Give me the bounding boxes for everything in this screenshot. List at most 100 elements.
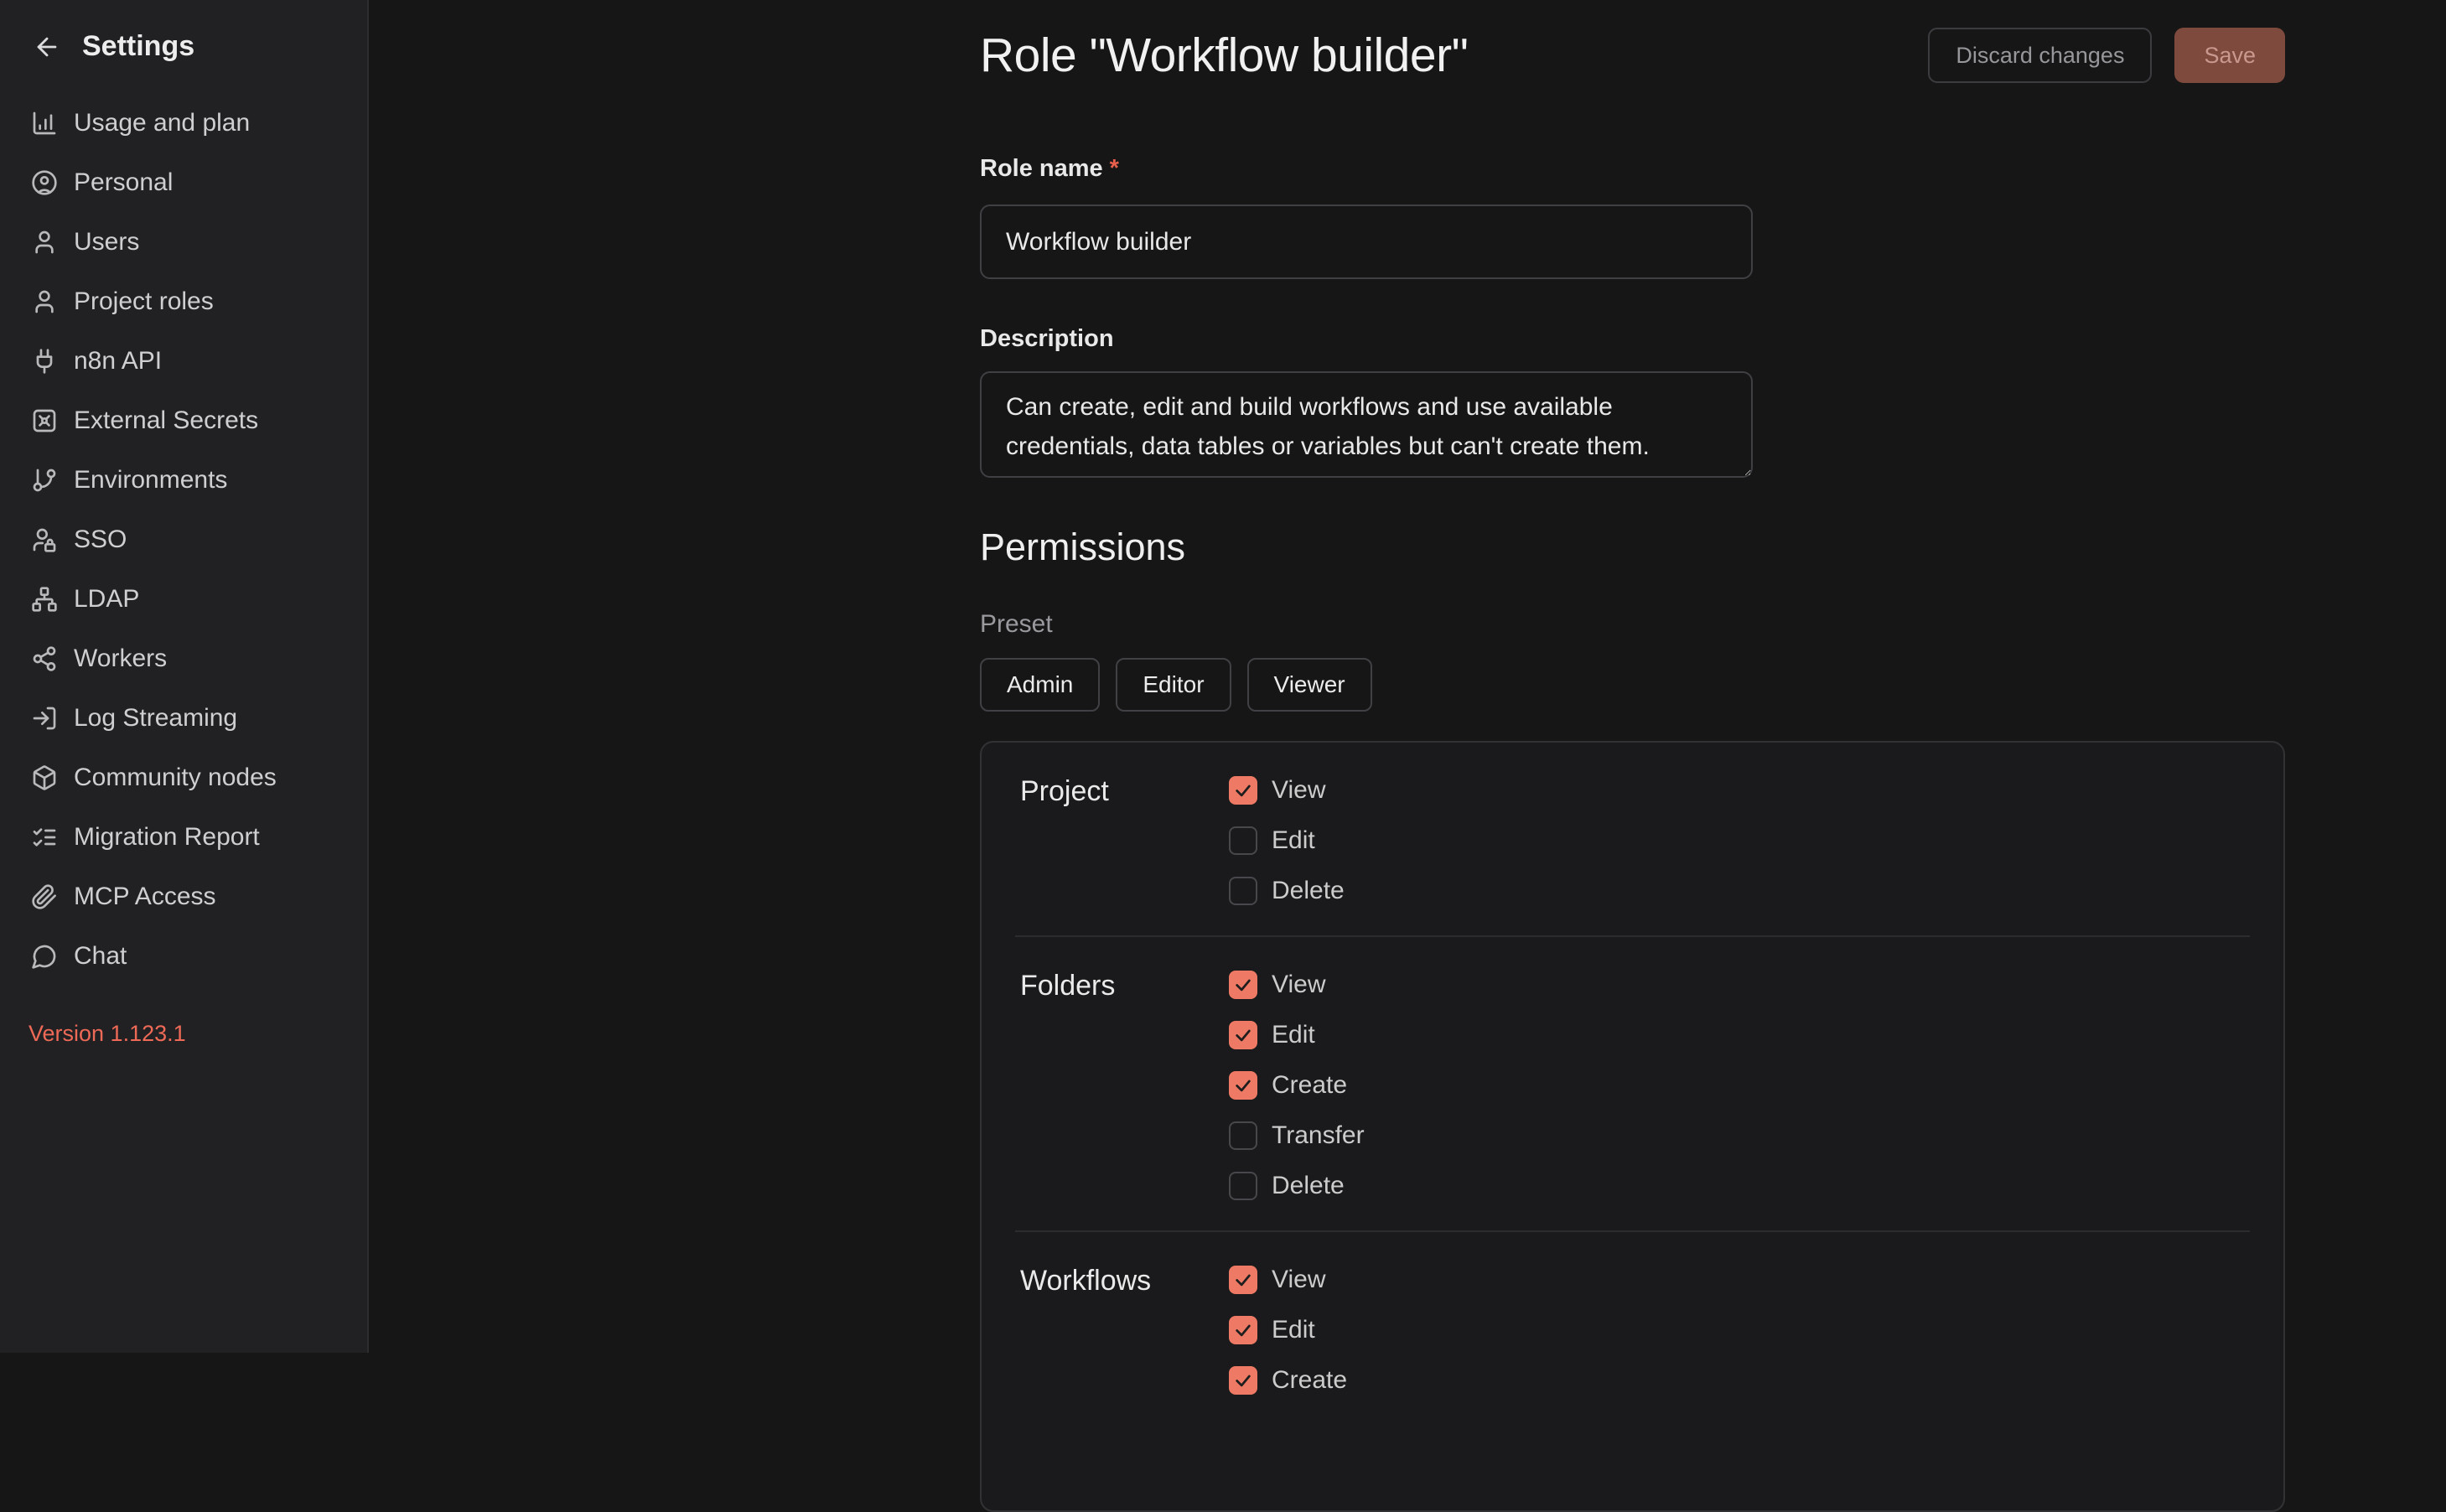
permission-row-workflows-edit[interactable]: Edit <box>1229 1316 1347 1344</box>
role-name-label-text: Role name <box>980 155 1103 182</box>
sidebar-item-label: n8n API <box>74 347 162 375</box>
permission-row-workflows-create[interactable]: Create <box>1229 1366 1347 1395</box>
permission-label: Delete <box>1272 1172 1345 1200</box>
sidebar-item-label: LDAP <box>74 585 139 614</box>
checkbox-checked[interactable] <box>1229 1021 1257 1049</box>
permission-row-folders-view[interactable]: View <box>1229 971 1365 999</box>
sidebar-header: Settings <box>29 23 350 93</box>
user-icon <box>30 228 59 256</box>
sidebar-item-project-roles[interactable]: Project roles <box>29 272 350 331</box>
checkbox-unchecked[interactable] <box>1229 877 1257 905</box>
page-header: Role "Workflow builder" Discard changes … <box>980 28 2285 83</box>
git-branch-icon <box>30 466 59 495</box>
permission-row-folders-delete[interactable]: Delete <box>1229 1172 1365 1200</box>
preset-label: Preset <box>980 610 2285 639</box>
checkbox-unchecked[interactable] <box>1229 1172 1257 1200</box>
sidebar-item-mcp-access[interactable]: MCP Access <box>29 867 350 926</box>
role-name-label: Role name * <box>980 155 2285 183</box>
preset-button-editor[interactable]: Editor <box>1116 658 1231 712</box>
permission-row-project-edit[interactable]: Edit <box>1229 826 1345 855</box>
permission-row-folders-edit[interactable]: Edit <box>1229 1021 1365 1049</box>
vault-icon <box>30 406 59 435</box>
sidebar-item-label: Workers <box>74 645 167 673</box>
permissions-panel: ProjectViewEditDeleteFoldersViewEditCrea… <box>980 741 2285 1512</box>
checkbox-unchecked[interactable] <box>1229 826 1257 855</box>
sidebar-item-label: MCP Access <box>74 883 216 911</box>
permission-group-name: Folders <box>1020 971 1229 1200</box>
checkbox-checked[interactable] <box>1229 971 1257 999</box>
permission-group-project: Project View Edit Delete <box>982 743 2283 935</box>
save-button[interactable]: Save <box>2174 28 2285 83</box>
preset-button-admin[interactable]: Admin <box>980 658 1100 712</box>
permission-row-folders-create[interactable]: Create <box>1229 1071 1365 1100</box>
user-lock-icon <box>30 526 59 554</box>
required-asterisk: * <box>1110 155 1119 182</box>
description-textarea[interactable]: Can create, edit and build workflows and… <box>980 371 1753 478</box>
permission-group-name: Workflows <box>1020 1266 1229 1395</box>
permission-label: Edit <box>1272 1316 1315 1344</box>
user-circle-icon <box>30 168 59 197</box>
settings-sidebar: Settings Usage and plan Personal Users Proj… <box>0 0 369 1353</box>
sidebar-item-label: Project roles <box>74 287 214 316</box>
checkbox-checked[interactable] <box>1229 1266 1257 1294</box>
sidebar-item-migration-report[interactable]: Migration Report <box>29 807 350 867</box>
sidebar-item-workers[interactable]: Workers <box>29 629 350 688</box>
sidebar-item-label: SSO <box>74 526 127 554</box>
main-content: Role "Workflow builder" Discard changes … <box>369 0 2446 1353</box>
sidebar-item-log-streaming[interactable]: Log Streaming <box>29 688 350 748</box>
sidebar-item-label: External Secrets <box>74 406 258 435</box>
permissions-heading: Permissions <box>980 526 2285 569</box>
checkbox-checked[interactable] <box>1229 1071 1257 1100</box>
plug-icon <box>30 347 59 375</box>
user-icon <box>30 287 59 316</box>
permission-label: View <box>1272 1266 1325 1294</box>
permission-label: Create <box>1272 1071 1347 1100</box>
checkbox-unchecked[interactable] <box>1229 1121 1257 1150</box>
network-icon <box>30 585 59 614</box>
permission-row-project-delete[interactable]: Delete <box>1229 877 1345 905</box>
description-label: Description <box>980 325 2285 353</box>
sidebar-item-n8n-api[interactable]: n8n API <box>29 331 350 391</box>
sidebar-item-personal[interactable]: Personal <box>29 153 350 212</box>
permission-rows: View Edit Delete <box>1229 776 1345 905</box>
discard-changes-button[interactable]: Discard changes <box>1928 28 2152 83</box>
back-arrow-icon[interactable] <box>32 32 62 62</box>
sidebar-item-label: Migration Report <box>74 823 260 852</box>
page-title: Role "Workflow builder" <box>980 28 1928 83</box>
sidebar-item-community-nodes[interactable]: Community nodes <box>29 748 350 807</box>
checkbox-checked[interactable] <box>1229 776 1257 805</box>
sidebar-item-label: Usage and plan <box>74 109 250 137</box>
header-actions: Discard changes Save <box>1928 28 2285 83</box>
permission-label: View <box>1272 776 1325 805</box>
permission-label: Edit <box>1272 1021 1315 1049</box>
sidebar-item-environments[interactable]: Environments <box>29 450 350 510</box>
sidebar-item-label: Personal <box>74 168 173 197</box>
preset-buttons: Admin Editor Viewer <box>980 658 2285 712</box>
sidebar-menu: Usage and plan Personal Users Project roles… <box>29 93 350 986</box>
permission-label: Transfer <box>1272 1121 1365 1150</box>
permission-rows: View Edit Create Transfer Delete <box>1229 971 1365 1200</box>
version-label: Version 1.123.1 <box>29 1021 350 1047</box>
sidebar-item-label: Users <box>74 228 139 256</box>
sidebar-item-sso[interactable]: SSO <box>29 510 350 569</box>
sidebar-item-label: Environments <box>74 466 227 495</box>
sidebar-item-chat[interactable]: Chat <box>29 926 350 986</box>
sidebar-item-ldap[interactable]: LDAP <box>29 569 350 629</box>
sidebar-item-users[interactable]: Users <box>29 212 350 272</box>
sidebar-item-external-secrets[interactable]: External Secrets <box>29 391 350 450</box>
sidebar-item-label: Chat <box>74 942 127 971</box>
permission-label: Create <box>1272 1366 1347 1395</box>
permission-row-folders-transfer[interactable]: Transfer <box>1229 1121 1365 1150</box>
permission-group-name: Project <box>1020 776 1229 905</box>
checkbox-checked[interactable] <box>1229 1316 1257 1344</box>
permission-row-workflows-view[interactable]: View <box>1229 1266 1347 1294</box>
preset-button-viewer[interactable]: Viewer <box>1247 658 1372 712</box>
log-in-icon <box>30 704 59 733</box>
role-name-input[interactable] <box>980 205 1753 279</box>
permission-row-project-view[interactable]: View <box>1229 776 1345 805</box>
sidebar-item-label: Community nodes <box>74 764 277 792</box>
permission-group-workflows: Workflows View Edit Create <box>982 1232 2283 1425</box>
sidebar-item-usage-and-plan[interactable]: Usage and plan <box>29 93 350 153</box>
bar-chart-icon <box>30 109 59 137</box>
checkbox-checked[interactable] <box>1229 1366 1257 1395</box>
